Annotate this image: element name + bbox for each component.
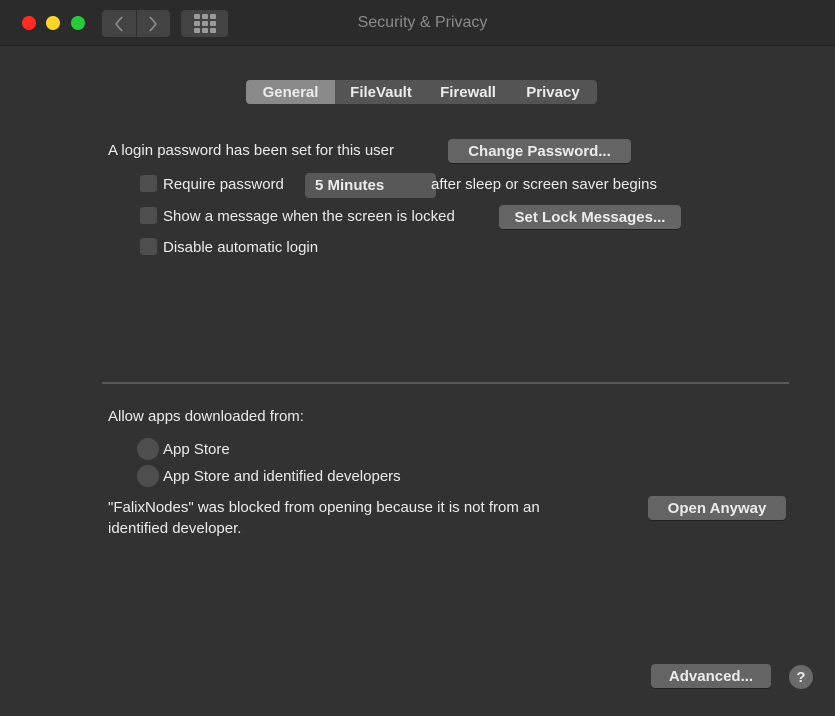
tab-privacy[interactable]: Privacy [509, 80, 597, 104]
require-password-delay-select[interactable]: 5 Minutes [305, 173, 436, 198]
set-lock-messages-button[interactable]: Set Lock Messages... [499, 205, 681, 229]
app-store-radio[interactable] [137, 438, 159, 460]
blocked-app-message-line2: identified developer. [108, 520, 242, 537]
show-message-checkbox[interactable] [140, 207, 157, 224]
after-sleep-text: after sleep or screen saver begins [431, 176, 657, 193]
app-store-label: App Store [163, 441, 230, 458]
allow-apps-heading: Allow apps downloaded from: [108, 408, 304, 425]
require-password-label: Require password [163, 176, 284, 193]
tab-bar: General FileVault Firewall Privacy [246, 80, 597, 104]
login-password-text: A login password has been set for this u… [108, 142, 394, 159]
change-password-button[interactable]: Change Password... [448, 139, 631, 163]
advanced-button[interactable]: Advanced... [651, 664, 771, 688]
disable-auto-login-label: Disable automatic login [163, 239, 319, 256]
tab-general[interactable]: General [246, 80, 335, 104]
tab-firewall[interactable]: Firewall [427, 80, 509, 104]
window-title: Security & Privacy [357, 14, 488, 31]
open-anyway-button[interactable]: Open Anyway [648, 496, 786, 520]
blocked-app-message-line1: "FalixNodes" was blocked from opening be… [108, 499, 540, 516]
identified-developers-label: App Store and identified developers [163, 468, 401, 485]
help-button[interactable]: ? [789, 665, 813, 689]
security-privacy-window: Security & Privacy General FileVault Fir… [0, 0, 835, 716]
disable-auto-login-checkbox[interactable] [140, 238, 157, 255]
section-divider [102, 382, 789, 384]
require-password-checkbox[interactable] [140, 175, 157, 192]
show-message-label: Show a message when the screen is locked [163, 208, 455, 225]
tab-filevault[interactable]: FileVault [335, 80, 427, 104]
title-bar: Security & Privacy [0, 0, 835, 46]
identified-developers-radio[interactable] [137, 465, 159, 487]
